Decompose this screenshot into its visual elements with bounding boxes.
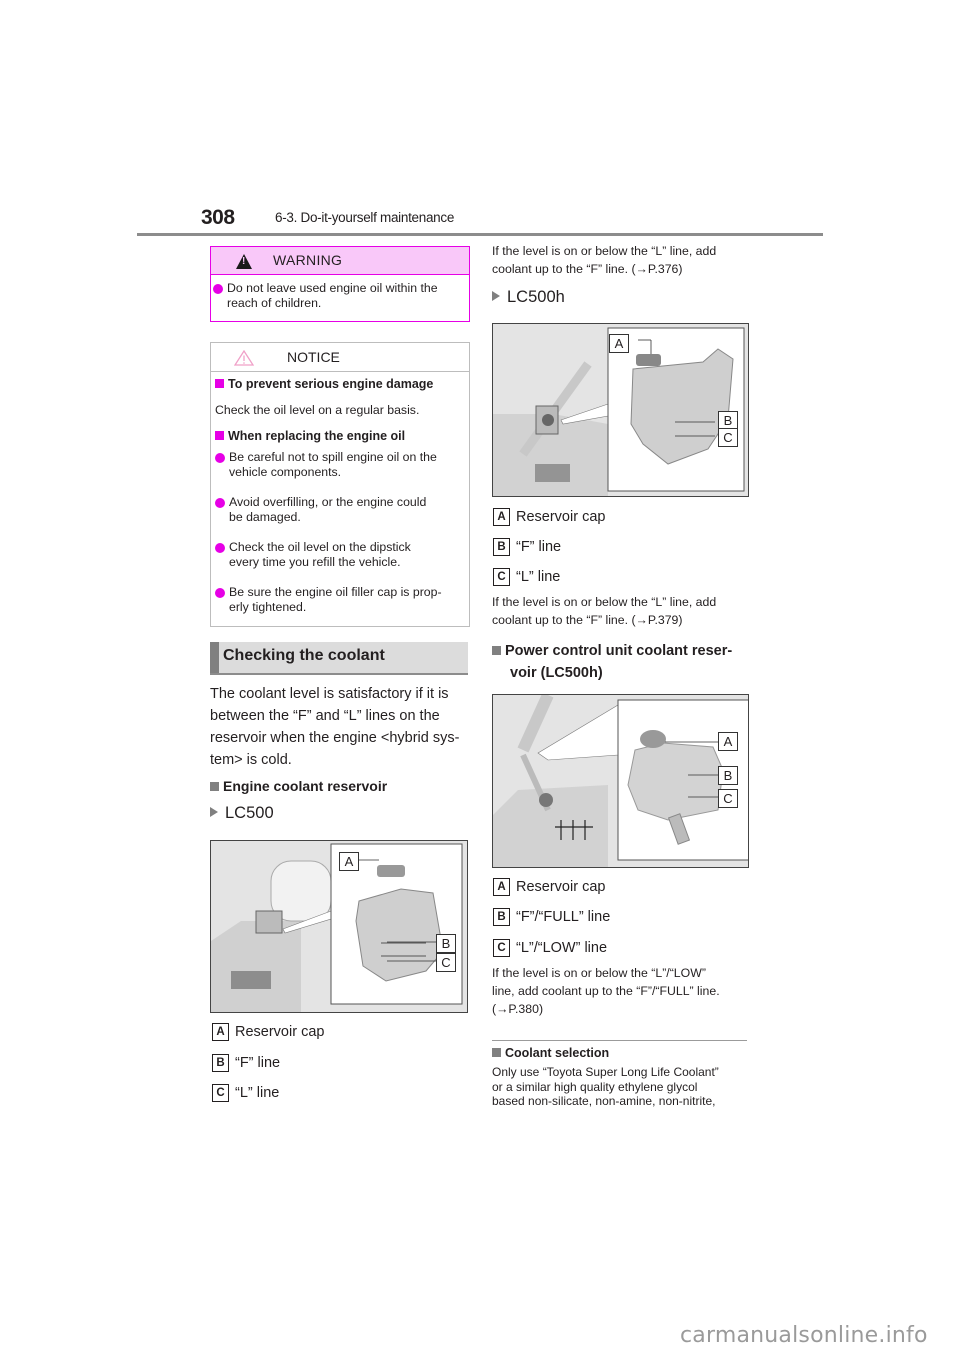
legend-key: C [493,939,510,957]
header-rule [137,233,823,236]
figure-callout-b: B [436,934,456,953]
bullet-dot-icon [215,498,225,508]
legend-key: A [493,508,510,526]
legend-key: B [212,1054,229,1072]
notice-box: NOTICE To prevent serious engine damage … [210,342,470,627]
coolant-selection-heading: Coolant selection [492,1046,762,1060]
heading-bar [210,642,219,673]
square-bullet-icon [492,1048,501,1057]
notice-item: Check the oil level on the dipstick ever… [213,540,479,570]
triangle-bullet-icon [492,291,500,301]
legend-item: B “F” line [212,1054,280,1072]
legend-key: B [493,908,510,926]
legend-key: C [493,568,510,586]
notice-subheading: To prevent serious engine damage [215,377,433,391]
square-bullet-icon [215,431,224,440]
legend-key: A [212,1023,229,1041]
triangle-bullet-icon [210,807,218,817]
notice-item: Be sure the engine oil filler cap is pro… [213,585,479,615]
legend-item: B “F” line [493,538,561,556]
notice-header: NOTICE [211,343,469,372]
bullet-dot-icon [215,543,225,553]
section-heading: Checking the coolant [210,642,468,675]
coolant-selection-text: Only use “Toyota Super Long Life Coolant… [492,1065,719,1108]
figure-callout-a: A [718,732,738,751]
figure-callout-c: C [718,789,738,808]
pcu-note: If the level is on or below the “L”/“LOW… [492,966,720,1016]
notice-subheading: When replacing the engine oil [215,429,405,443]
square-bullet-icon [492,646,501,655]
pcu-reservoir-heading: Power control unit coolant reser- voir (… [492,640,762,684]
model-lc500: LC500 [210,804,470,823]
figure-callout-c: C [718,428,738,447]
figure-callout-a: A [609,334,629,353]
legend-item: C “L” line [212,1084,279,1102]
legend-item: B “F”/“FULL” line [493,908,610,926]
section-title: 6-3. Do-it-yourself maintenance [275,210,455,225]
legend-key: A [493,878,510,896]
notice-item: Avoid overfilling, or the engine could b… [213,495,479,525]
notice-item: Be careful not to spill engine oil on th… [213,450,479,480]
legend-item: A Reservoir cap [212,1023,324,1041]
pcu-illustration [493,695,748,867]
legend-item: C “L” line [493,568,560,586]
notice-title: NOTICE [287,349,340,365]
bullet-dot-icon [215,453,225,463]
watermark: carmanualsonline.info [680,1323,928,1348]
lc500-reservoir-figure: A B C [210,840,468,1013]
warning-title: WARNING [273,252,343,268]
square-bullet-icon [210,782,219,791]
bullet-dot-icon [215,588,225,598]
figure-callout-a: A [339,852,359,871]
warning-box: WARNING Do not leave used engine oil wit… [210,246,470,322]
bullet-dot-icon [213,284,223,294]
lc500-note: If the level is on or below the “L” line… [492,244,717,276]
legend-item: C “L”/“LOW” line [493,939,607,957]
warning-item: Do not leave used engine oil within the … [211,281,469,311]
warning-header: WARNING [211,247,469,275]
notice-text: Check the oil level on a regular basis. [215,403,420,417]
notice-triangle-icon [234,350,254,366]
legend-key: C [212,1084,229,1102]
model-lc500h: LC500h [492,288,762,307]
divider-rule [492,1040,747,1041]
figure-callout-b: B [718,766,738,785]
warning-triangle-icon [236,254,252,269]
page-number: 308 [201,206,235,229]
square-bullet-icon [215,379,224,388]
engine-reservoir-heading: Engine coolant reservoir [210,778,470,794]
lc500h-reservoir-figure: A B C [492,323,749,497]
lc500h-note: If the level is on or below the “L” line… [492,595,717,627]
legend-item: A Reservoir cap [493,508,605,526]
legend-item: A Reservoir cap [493,878,605,896]
legend-key: B [493,538,510,556]
intro-paragraph: The coolant level is satisfactory if it … [210,686,460,768]
pcu-reservoir-figure: A B C [492,694,749,868]
figure-callout-c: C [436,953,456,972]
